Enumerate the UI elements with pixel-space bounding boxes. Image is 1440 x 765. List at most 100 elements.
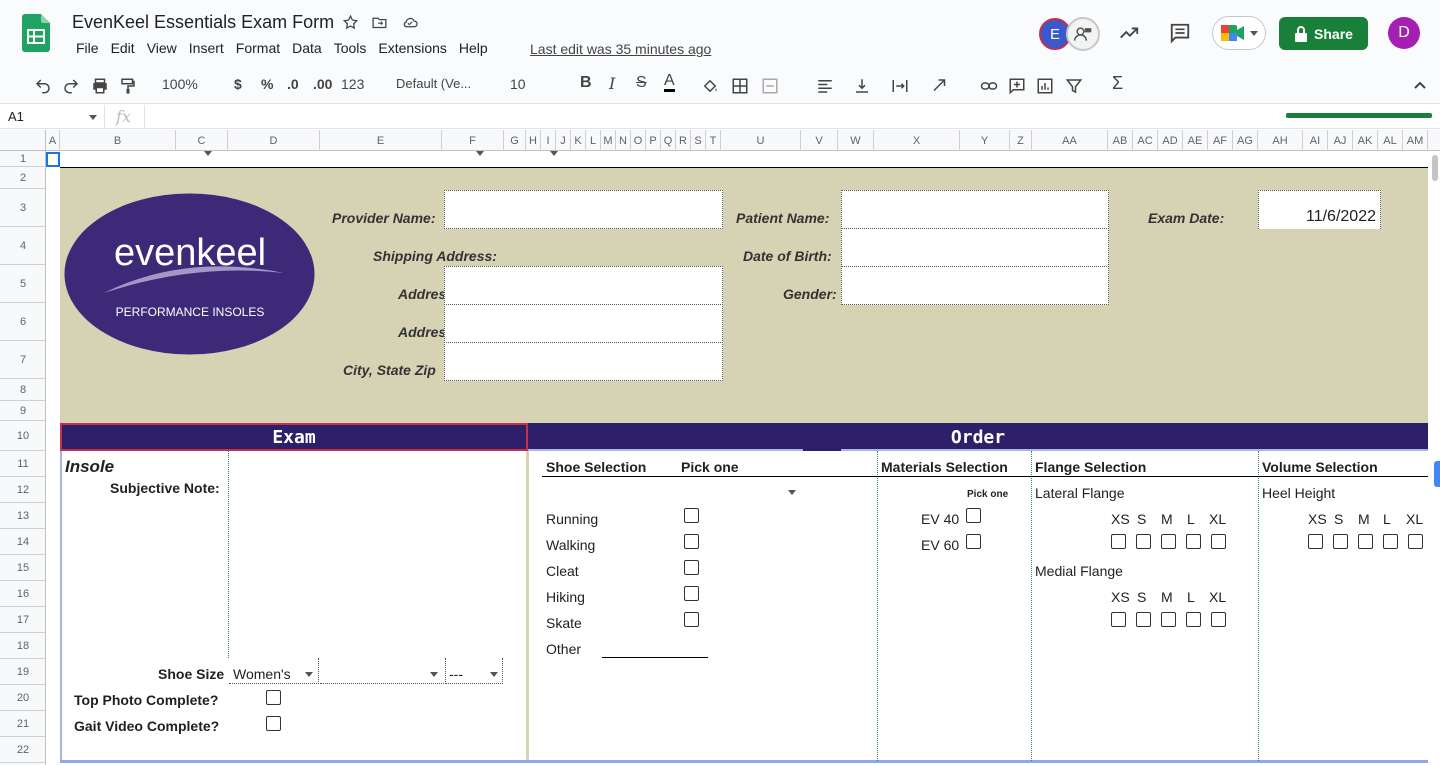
menu-file[interactable]: File (70, 40, 105, 56)
address2-input[interactable] (444, 304, 723, 343)
text-wrap-icon[interactable] (891, 77, 909, 95)
sheets-logo-icon[interactable] (22, 14, 50, 52)
menu-edit[interactable]: Edit (105, 40, 141, 56)
insert-chart-icon[interactable] (1036, 77, 1054, 95)
vertical-align-icon[interactable] (853, 77, 871, 95)
strikethrough-button[interactable]: S (636, 74, 647, 92)
column-header-ac[interactable]: AC (1133, 130, 1158, 151)
row-header-18[interactable]: 18 (0, 633, 46, 659)
comments-icon[interactable] (1169, 22, 1191, 44)
insert-link-icon[interactable] (979, 77, 999, 95)
shoe-gender-select[interactable]: Women's (229, 658, 319, 684)
row-header-17[interactable]: 17 (0, 607, 46, 633)
column-header-am[interactable]: AM (1403, 130, 1428, 151)
column-header-b[interactable]: B (60, 130, 176, 151)
exam-date-input[interactable]: 11/6/2022 (1258, 190, 1381, 229)
collaborator-avatar[interactable] (1066, 17, 1100, 51)
column-header-af[interactable]: AF (1208, 130, 1233, 151)
borders-icon[interactable] (731, 77, 749, 95)
row-header-19[interactable]: 19 (0, 659, 46, 685)
collapse-toolbar-icon[interactable] (1413, 79, 1427, 91)
selected-cell-a1[interactable] (46, 152, 60, 167)
menu-help[interactable]: Help (453, 40, 494, 56)
vertical-scrollbar[interactable] (1430, 151, 1440, 765)
column-header-o[interactable]: O (631, 130, 646, 151)
meet-button[interactable] (1212, 16, 1266, 50)
lateral-xs-checkbox[interactable] (1111, 534, 1126, 549)
column-header-k[interactable]: K (571, 130, 586, 151)
menu-view[interactable]: View (141, 40, 183, 56)
text-color-button[interactable]: A (664, 73, 675, 92)
subjective-note-input[interactable] (229, 453, 525, 657)
top-photo-checkbox[interactable] (266, 690, 281, 705)
row-header-12[interactable]: 12 (0, 477, 46, 503)
merge-cells-icon[interactable] (761, 77, 779, 95)
row-header-20[interactable]: 20 (0, 685, 46, 711)
row-header-2[interactable]: 2 (0, 167, 46, 189)
row-header-10[interactable]: 10 (0, 421, 46, 451)
column-header-l[interactable]: L (586, 130, 601, 151)
document-title[interactable]: EvenKeel Essentials Exam Form (72, 12, 334, 33)
column-header-w[interactable]: W (838, 130, 874, 151)
heel-xs-checkbox[interactable] (1308, 534, 1323, 549)
row-header-11[interactable]: 11 (0, 451, 46, 477)
other-input-line[interactable] (602, 657, 708, 658)
address1-input[interactable] (444, 266, 723, 305)
column-header-ad[interactable]: AD (1158, 130, 1183, 151)
running-checkbox[interactable] (684, 508, 699, 523)
menu-insert[interactable]: Insert (183, 40, 230, 56)
share-button[interactable]: Share (1279, 17, 1368, 50)
fill-color-icon[interactable] (701, 77, 719, 95)
heel-m-checkbox[interactable] (1358, 534, 1373, 549)
side-panel-toggle[interactable] (1434, 461, 1440, 487)
percent-button[interactable]: % (261, 76, 273, 92)
column-header-z[interactable]: Z (1010, 130, 1032, 151)
column-header-u[interactable]: U (721, 130, 801, 151)
hiking-checkbox[interactable] (684, 586, 699, 601)
heel-s-checkbox[interactable] (1333, 534, 1348, 549)
column-header-ai[interactable]: AI (1303, 130, 1328, 151)
last-edit-link[interactable]: Last edit was 35 minutes ago (530, 41, 711, 57)
currency-button[interactable]: $ (234, 76, 242, 92)
column-header-y[interactable]: Y (960, 130, 1010, 151)
column-header-s[interactable]: S (691, 130, 706, 151)
column-header-f[interactable]: F (442, 130, 504, 151)
italic-button[interactable]: I (609, 74, 615, 93)
undo-icon[interactable] (34, 77, 52, 95)
row-header-1[interactable]: 1 (0, 151, 46, 167)
medial-xl-checkbox[interactable] (1211, 612, 1226, 627)
filter-icon[interactable] (1065, 77, 1083, 95)
insert-comment-icon[interactable] (1008, 77, 1026, 95)
medial-m-checkbox[interactable] (1161, 612, 1176, 627)
zoom-select[interactable]: 100% (162, 76, 198, 92)
heel-xl-checkbox[interactable] (1408, 534, 1423, 549)
row-header-5[interactable]: 5 (0, 265, 46, 303)
row-header-3[interactable]: 3 (0, 189, 46, 227)
column-header-a[interactable]: A (46, 130, 60, 151)
bold-button[interactable]: B (580, 74, 592, 92)
lateral-s-checkbox[interactable] (1136, 534, 1151, 549)
font-select[interactable]: Default (Ve... (396, 76, 471, 91)
column-header-ae[interactable]: AE (1183, 130, 1208, 151)
column-header-v[interactable]: V (801, 130, 838, 151)
row-header-22[interactable]: 22 (0, 737, 46, 763)
row-header-15[interactable]: 15 (0, 555, 46, 581)
column-header-e[interactable]: E (320, 130, 442, 151)
cloud-status-icon[interactable] (401, 14, 419, 31)
column-header-ak[interactable]: AK (1353, 130, 1378, 151)
medial-xs-checkbox[interactable] (1111, 612, 1126, 627)
walking-checkbox[interactable] (684, 534, 699, 549)
paint-format-icon[interactable] (119, 77, 137, 95)
column-header-aj[interactable]: AJ (1328, 130, 1353, 151)
move-folder-icon[interactable] (371, 14, 388, 31)
decrease-decimal-button[interactable]: .0 (287, 76, 299, 92)
trending-icon[interactable] (1118, 22, 1140, 44)
menu-extensions[interactable]: Extensions (372, 40, 452, 56)
select-all-corner[interactable] (0, 130, 46, 151)
row-header-7[interactable]: 7 (0, 341, 46, 379)
column-header-aa[interactable]: AA (1032, 130, 1108, 151)
ev40-checkbox[interactable] (966, 508, 981, 523)
column-header-q[interactable]: Q (661, 130, 676, 151)
column-header-t[interactable]: T (706, 130, 721, 151)
row-header-6[interactable]: 6 (0, 303, 46, 341)
